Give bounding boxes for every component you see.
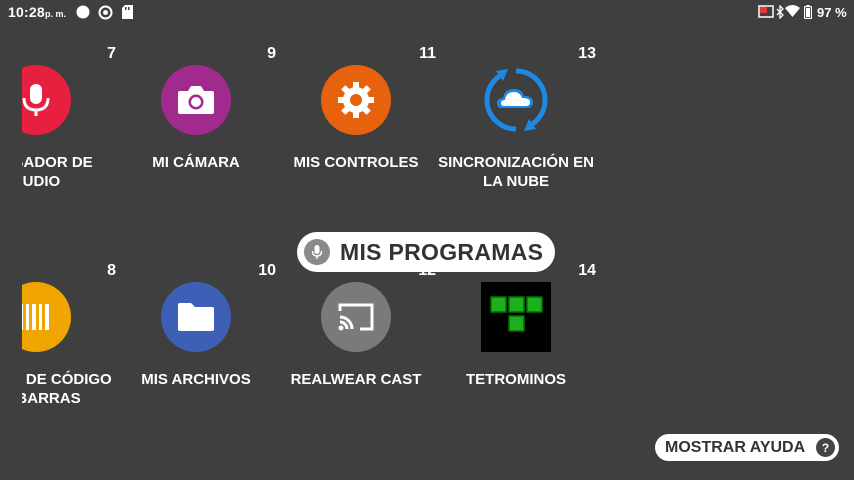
status-time: 10:28 (8, 4, 45, 20)
status-ampm: p. m. (45, 9, 67, 19)
app-number: 13 (578, 45, 596, 62)
app-label: GRABADOR DE AUDIO (22, 154, 93, 190)
app-barcode-reader[interactable]: 8 LECTOR DE CÓDIGO DE BARRAS (22, 262, 116, 412)
app-label: MI CÁMARA (152, 154, 240, 171)
app-number: 14 (578, 262, 596, 279)
cloud-sync-icon (481, 65, 551, 135)
app-number: 10 (258, 262, 276, 279)
show-help-button[interactable]: MOSTRAR AYUDA ? (655, 434, 839, 461)
barcode-icon (22, 282, 71, 352)
app-number: 7 (107, 45, 116, 62)
status-bar: 10:28 p. m. 97 % (0, 0, 854, 24)
bluetooth-icon (776, 4, 784, 24)
section-title-pill[interactable]: MIS PROGRAMAS (297, 232, 555, 272)
tetromino-icon (481, 282, 551, 352)
sync-status-icon (98, 5, 113, 25)
app-tetrominos[interactable]: 14 TETROMINOS (436, 262, 596, 412)
folder-icon (161, 282, 231, 352)
section-title: MIS PROGRAMAS (340, 238, 544, 265)
app-my-controls[interactable]: 11 MIS CONTROLES (276, 45, 436, 195)
wifi-icon (785, 5, 800, 23)
app-label: SINCRONIZACIÓN EN LA NUBE (438, 154, 594, 190)
app-label: TETROMINOS (466, 371, 566, 388)
cast-status-icon (758, 5, 774, 23)
app-cloud-sync[interactable]: 13 SINCRONIZACIÓN EN LA NUBE (436, 45, 596, 195)
app-number: 8 (107, 262, 116, 279)
camera-icon (161, 65, 231, 135)
microphone-icon (304, 239, 330, 265)
app-my-camera[interactable]: 9 MI CÁMARA (116, 45, 276, 195)
app-label: LECTOR DE CÓDIGO DE BARRAS (22, 371, 112, 407)
show-help-label: MOSTRAR AYUDA (665, 438, 806, 456)
app-my-files[interactable]: 10 MIS ARCHIVOS (116, 262, 276, 412)
app-realwear-cast[interactable]: 12 REALWEAR CAST (276, 262, 436, 412)
battery-percentage: 97 % (817, 5, 847, 20)
microphone-icon (22, 65, 71, 135)
app-number: 9 (267, 45, 276, 62)
app-label: MIS CONTROLES (293, 154, 419, 171)
app-label: MIS ARCHIVOS (141, 371, 251, 388)
app-label: REALWEAR CAST (290, 371, 422, 388)
battery-icon (803, 5, 813, 24)
app-voice-recorder[interactable]: 7 GRABADOR DE AUDIO (22, 45, 116, 195)
cast-icon (321, 282, 391, 352)
notification-dot-icon (76, 5, 90, 24)
app-number: 11 (419, 45, 436, 62)
question-icon: ? (816, 438, 835, 457)
sd-card-icon (122, 5, 133, 24)
gear-icon (321, 65, 391, 135)
